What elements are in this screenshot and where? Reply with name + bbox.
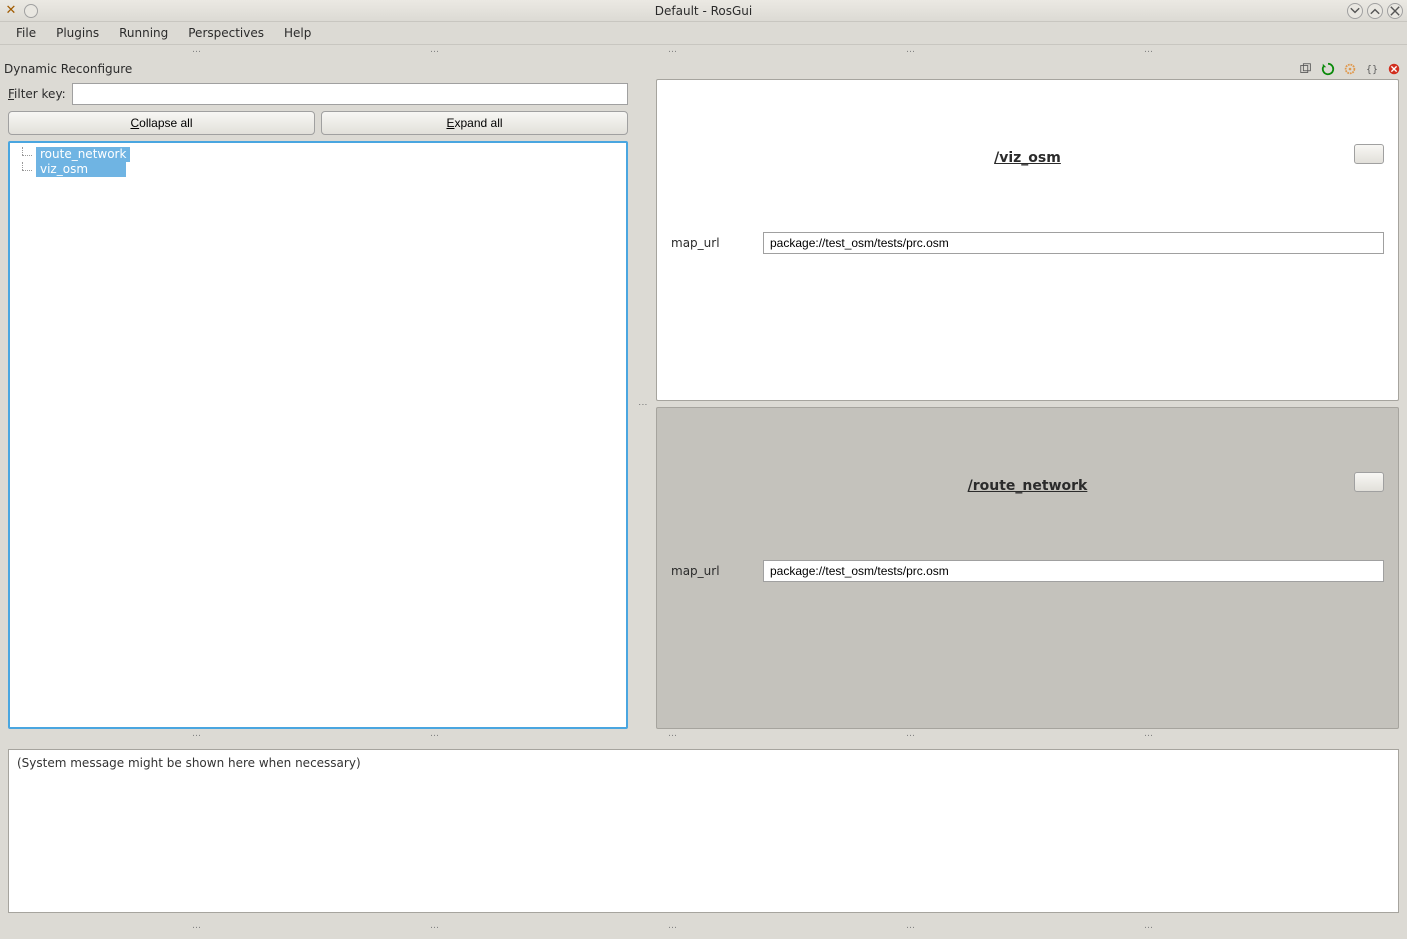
close-button[interactable] [1387, 3, 1403, 19]
panel-route-network: /route_network map_url [656, 407, 1399, 729]
window-title: Default - RosGui [655, 4, 752, 18]
splitter-middle[interactable]: … … … … … [0, 729, 1407, 743]
menu-perspectives[interactable]: Perspectives [178, 23, 274, 43]
filter-row: Filter key: [8, 79, 628, 109]
param-label: map_url [671, 236, 751, 250]
collapse-all-button[interactable]: Collapse all [8, 111, 315, 135]
param-row: map_url [671, 560, 1384, 582]
param-label: map_url [671, 564, 751, 578]
right-pane: /viz_osm map_url /route_network map_url [656, 79, 1399, 729]
menu-help[interactable]: Help [274, 23, 321, 43]
panel-title: /viz_osm [994, 150, 1061, 166]
panel-viz-osm: /viz_osm map_url [656, 79, 1399, 401]
app-icon [24, 4, 38, 18]
filter-label: Filter key: [8, 87, 66, 101]
system-message-box: (System message might be shown here when… [8, 749, 1399, 913]
minimize-button[interactable] [1347, 3, 1363, 19]
splitter-top[interactable]: … … … … … [0, 45, 1407, 59]
panel-title: /route_network [968, 478, 1088, 494]
menubar: File Plugins Running Perspectives Help [0, 22, 1407, 45]
splitter-vertical[interactable]: ⋮ [638, 79, 646, 729]
main-area: Filter key: Collapse all Expand all rout… [0, 79, 1407, 729]
menu-plugins[interactable]: Plugins [46, 23, 109, 43]
menu-running[interactable]: Running [109, 23, 178, 43]
dock-restore-icon[interactable] [1297, 60, 1315, 78]
expand-all-button[interactable]: Expand all [321, 111, 628, 135]
svg-text:{}: {} [1366, 65, 1378, 76]
settings-icon[interactable] [1341, 60, 1359, 78]
param-row: map_url [671, 232, 1384, 254]
tree-item-route-network[interactable]: route_network [16, 147, 620, 162]
system-message-text: (System message might be shown here when… [17, 756, 361, 770]
filter-input[interactable] [72, 83, 628, 105]
reload-icon[interactable] [1319, 60, 1337, 78]
x11-icon: ✕ [4, 4, 18, 18]
menu-file[interactable]: File [6, 23, 46, 43]
plugin-title: Dynamic Reconfigure [4, 62, 132, 76]
panel-collapse-button[interactable] [1354, 472, 1384, 492]
maximize-button[interactable] [1367, 3, 1383, 19]
node-tree[interactable]: route_network viz_osm [8, 141, 628, 729]
map-url-input[interactable] [763, 560, 1384, 582]
plugin-header: Dynamic Reconfigure {} [0, 59, 1407, 79]
map-url-input[interactable] [763, 232, 1384, 254]
window-titlebar: ✕ Default - RosGui [0, 0, 1407, 22]
left-pane: Filter key: Collapse all Expand all rout… [8, 79, 628, 729]
tree-item-viz-osm[interactable]: viz_osm [16, 162, 620, 177]
panel-collapse-button[interactable] [1354, 144, 1384, 164]
splitter-bottom[interactable]: … … … … … [0, 921, 1407, 935]
undock-icon[interactable]: {} [1363, 60, 1381, 78]
plugin-close-icon[interactable] [1385, 60, 1403, 78]
